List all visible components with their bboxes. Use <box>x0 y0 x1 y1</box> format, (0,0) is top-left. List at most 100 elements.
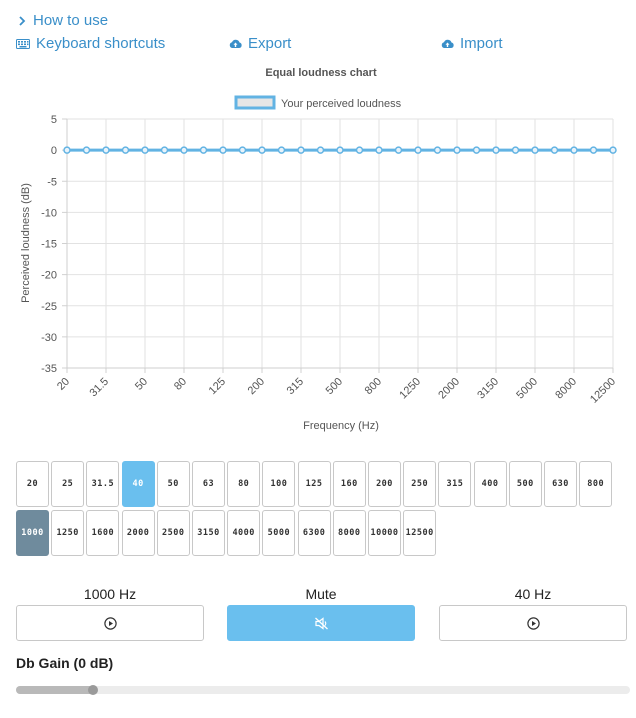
play-circle-icon <box>103 616 117 630</box>
x-tick-label: 5000 <box>514 376 540 402</box>
db-gain-slider[interactable] <box>16 685 630 695</box>
frequency-button-2000[interactable]: 2000 <box>121 510 155 556</box>
frequency-button-50[interactable]: 50 <box>156 461 190 507</box>
frequency-button-315[interactable]: 315 <box>438 461 472 507</box>
data-point <box>121 146 130 154</box>
data-point <box>238 146 247 154</box>
frequency-button-3150[interactable]: 3150 <box>192 510 225 556</box>
x-tick-label: 2000 <box>436 376 462 402</box>
cloud-upload-icon <box>441 39 454 48</box>
data-point <box>433 146 442 154</box>
y-tick-label: -25 <box>41 301 57 313</box>
x-tick-label: 20 <box>55 376 72 393</box>
data-point <box>277 146 286 154</box>
frequency-button-63[interactable]: 63 <box>192 461 225 507</box>
data-point <box>550 146 559 154</box>
slider-thumb[interactable] <box>87 685 98 695</box>
data-point <box>472 146 481 154</box>
export-link[interactable]: Export <box>229 35 291 52</box>
data-point <box>160 146 169 154</box>
keyboard-shortcuts-link[interactable]: Keyboard shortcuts <box>16 35 165 52</box>
x-tick-label: 80 <box>172 376 189 393</box>
chart-legend: Your perceived loudness <box>234 95 402 110</box>
data-point <box>316 146 325 154</box>
x-tick-label: 500 <box>324 376 345 397</box>
data-point <box>180 146 188 154</box>
y-tick-label: -20 <box>41 270 57 282</box>
data-point <box>589 146 598 154</box>
frequency-button-31.5[interactable]: 31.5 <box>86 461 120 507</box>
frequency-button-80[interactable]: 80 <box>227 461 261 507</box>
x-tick-label: 125 <box>207 376 228 397</box>
import-label: Import <box>460 35 503 52</box>
frequency-button-2500[interactable]: 2500 <box>156 510 190 556</box>
data-point <box>102 146 110 154</box>
data-point <box>297 146 305 154</box>
frequency-button-12500[interactable]: 12500 <box>403 510 437 556</box>
play-reference-button[interactable] <box>16 605 204 641</box>
export-label: Export <box>248 35 292 52</box>
frequency-button-25[interactable]: 25 <box>51 461 85 507</box>
frequency-button-5000[interactable]: 5000 <box>262 510 296 556</box>
x-tick-label: 315 <box>285 376 306 397</box>
x-tick-label: 800 <box>363 376 384 397</box>
data-point <box>63 146 71 154</box>
equal-loudness-chart: Equal loudness chart Your perceived loud… <box>20 67 618 432</box>
test-frequency-label: 40 Hz <box>514 586 552 602</box>
frequency-button-630[interactable]: 630 <box>544 461 577 507</box>
x-tick-label: 8000 <box>553 376 579 402</box>
data-point <box>394 146 403 154</box>
frequency-button-500[interactable]: 500 <box>508 461 542 507</box>
frequency-button-160[interactable]: 160 <box>332 461 366 507</box>
db-gain-label: Db Gain (0 dB) <box>16 655 114 671</box>
reference-frequency-label: 1000 Hz <box>83 586 137 602</box>
data-point <box>531 146 539 154</box>
frequency-button-800[interactable]: 800 <box>579 461 613 507</box>
y-tick-label: -5 <box>47 176 57 188</box>
x-tick-label: 12500 <box>588 376 618 406</box>
how-to-use-link[interactable]: How to use <box>18 12 108 29</box>
y-tick-label: -15 <box>41 239 57 251</box>
x-tick-label: 1250 <box>397 376 423 402</box>
speaker-muted-icon <box>314 616 328 630</box>
frequency-button-1000[interactable]: 1000 <box>16 510 49 556</box>
play-test-button[interactable] <box>439 605 627 641</box>
frequency-button-200[interactable]: 200 <box>368 461 401 507</box>
frequency-button-250[interactable]: 250 <box>403 461 437 507</box>
data-point <box>375 146 383 154</box>
frequency-button-4000[interactable]: 4000 <box>227 510 261 556</box>
frequency-button-40[interactable]: 40 <box>121 461 155 507</box>
frequency-button-8000[interactable]: 8000 <box>332 510 366 556</box>
keyboard-shortcuts-label: Keyboard shortcuts <box>36 35 166 52</box>
frequency-button-20[interactable]: 20 <box>16 461 49 507</box>
y-tick-label: -30 <box>41 332 57 344</box>
x-tick-label: 31.5 <box>87 376 111 400</box>
frequency-button-1250[interactable]: 1250 <box>51 510 85 556</box>
y-tick-label: -10 <box>41 207 57 219</box>
data-point <box>609 146 617 154</box>
mute-button[interactable] <box>227 605 415 641</box>
frequency-button-125[interactable]: 125 <box>297 461 331 507</box>
data-point <box>492 146 500 154</box>
x-tick-label: 200 <box>246 376 267 397</box>
data-point <box>511 146 520 154</box>
frequency-button-400[interactable]: 400 <box>473 461 507 507</box>
frequency-button-1600[interactable]: 1600 <box>86 510 120 556</box>
data-point <box>414 146 422 154</box>
data-point <box>453 146 461 154</box>
data-point <box>258 146 266 154</box>
x-axis-label: Frequency (Hz) <box>303 420 379 432</box>
legend-label: Your perceived loudness <box>281 98 402 110</box>
data-point <box>355 146 364 154</box>
mute-label: Mute <box>305 586 337 602</box>
y-tick-label: 0 <box>51 145 57 157</box>
import-link[interactable]: Import <box>441 35 503 52</box>
keyboard-icon <box>16 38 30 49</box>
chart-title: Equal loudness chart <box>265 67 377 79</box>
data-point <box>199 146 208 154</box>
y-axis-label: Perceived loudness (dB) <box>20 183 32 303</box>
frequency-button-100[interactable]: 100 <box>262 461 296 507</box>
frequency-button-10000[interactable]: 10000 <box>368 510 401 556</box>
data-point <box>82 146 91 154</box>
frequency-button-6300[interactable]: 6300 <box>297 510 331 556</box>
